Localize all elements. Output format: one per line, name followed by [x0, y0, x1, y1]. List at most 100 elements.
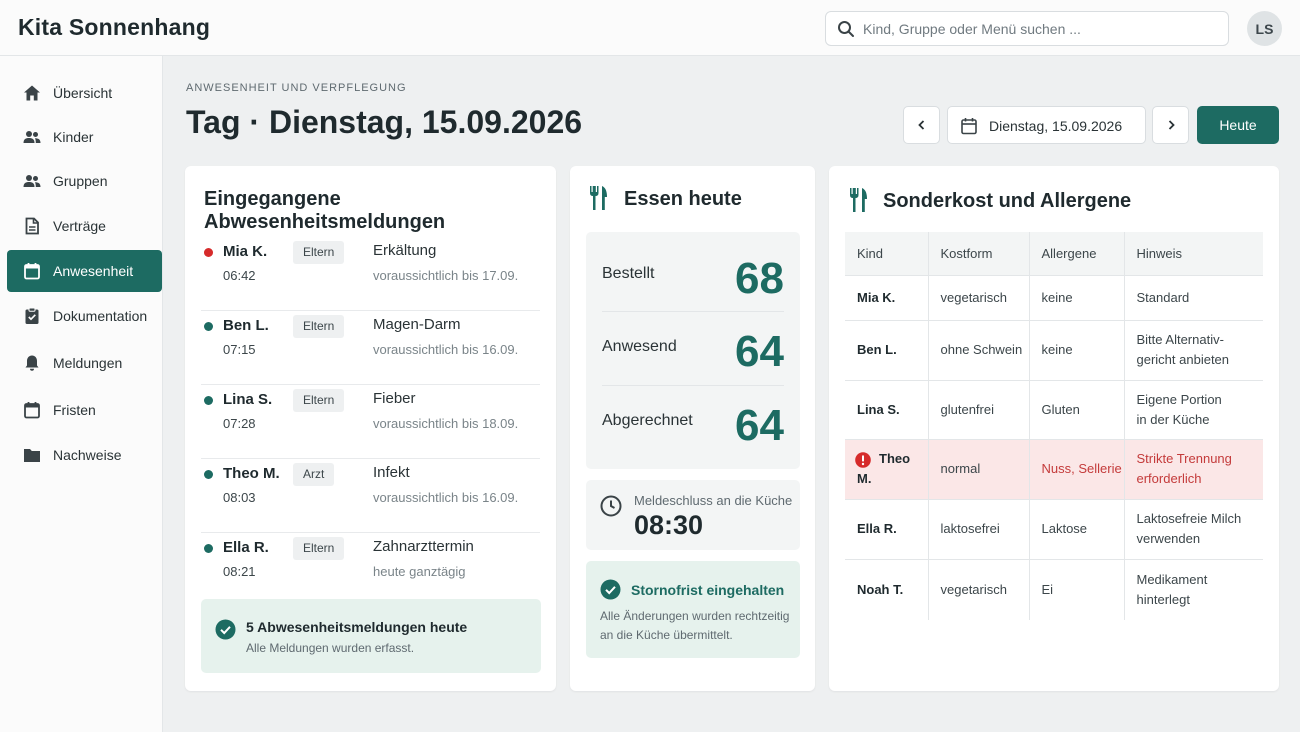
sidebar: Übersicht Kinder Gruppen Verträge Anwese…: [0, 56, 163, 732]
sidebar-item-gruppen[interactable]: Gruppen: [7, 160, 162, 202]
column-header[interactable]: Kind: [845, 232, 929, 275]
sidebar-item-label: Nachweise: [53, 447, 122, 463]
kid-name: Theo M.: [223, 465, 280, 482]
sidebar-item-fristen[interactable]: Fristen: [7, 389, 162, 431]
search-box[interactable]: [825, 11, 1229, 46]
search-input[interactable]: [863, 12, 1223, 45]
absence-until: voraussichtlich bis 18.09.: [373, 416, 519, 431]
sidebar-item-label: Fristen: [53, 402, 96, 418]
absence-reason: Infekt: [373, 464, 410, 481]
absence-until: heute ganztägig: [373, 564, 466, 579]
stat-label: Anwesend: [602, 338, 677, 355]
table-row[interactable]: Noah T. vegetarisch Ei Medikament hinterl…: [845, 558, 1263, 620]
absence-row[interactable]: Theo M. 08:03 Arzt Infekt voraussichtlic…: [201, 459, 540, 533]
cutlery-icon: [588, 185, 608, 211]
kid-name: Ben L.: [223, 317, 269, 334]
sidebar-item-anwesenheit[interactable]: Anwesenheit: [7, 250, 162, 292]
status-dot: [204, 396, 213, 405]
allergens: Nuss, Sellerie: [1029, 438, 1125, 499]
absence-reason: Erkältung: [373, 242, 437, 259]
kid-name: Lina S.: [223, 391, 273, 408]
report-time: 07:15: [223, 342, 256, 357]
document-icon: [23, 217, 41, 235]
sidebar-item-dokumentation[interactable]: Dokumentation: [7, 295, 162, 337]
diet-card: Sonderkost und Allergene Kind Kostform A…: [829, 166, 1279, 691]
status-text-line-1: Alle Änderungen wurden rechtzeitig: [600, 609, 790, 623]
stat-present: Anwesend 64: [602, 312, 784, 386]
absence-until: voraussichtlich bis 16.09.: [373, 490, 519, 505]
note-line-1: Standard: [1136, 289, 1190, 305]
note-line-1: Eigene Portion: [1136, 391, 1222, 407]
note: Standard: [1124, 274, 1263, 320]
next-day-button[interactable]: [1152, 106, 1189, 144]
allergens: Ei: [1029, 558, 1125, 620]
column-header[interactable]: Hinweis: [1124, 232, 1263, 275]
diet-title: Sonderkost und Allergene: [883, 190, 1132, 212]
diet-table: Kind Kostform Allergene Hinweis Mia K. v…: [845, 232, 1263, 620]
absence-row[interactable]: Ella R. 08:21 Eltern Zahnarzttermin heut…: [201, 533, 540, 607]
diet-type: laktosefrei: [928, 498, 1030, 559]
kid-name: Ella R.: [845, 498, 929, 559]
stat-label: Abgerechnet: [602, 412, 693, 429]
sidebar-item-kinder[interactable]: Kinder: [7, 116, 162, 158]
stat-label: Bestellt: [602, 265, 655, 282]
groups-icon: [23, 172, 41, 190]
deadline-label: Meldeschluss an die Küche: [634, 493, 793, 508]
allergens: keine: [1029, 274, 1125, 320]
kid-cell: Theo M.: [845, 438, 929, 499]
diet-type: ohne Schwein: [928, 319, 1030, 380]
app-title: Kita Sonnenhang: [18, 14, 211, 40]
sidebar-item-label: Kinder: [53, 129, 94, 145]
table-row[interactable]: Ella R. laktosefrei Laktose Laktosefreie…: [845, 498, 1263, 559]
sidebar-item-nachweise[interactable]: Nachweise: [7, 434, 162, 476]
sidebar-item-label: Meldungen: [53, 355, 123, 371]
report-time: 06:42: [223, 268, 256, 283]
sidebar-item-label: Gruppen: [53, 173, 108, 189]
folder-icon: [23, 446, 41, 464]
kid-name: Mia K.: [223, 243, 268, 260]
note-line-1: Medikament: [1136, 571, 1208, 587]
cancellation-status: Stornofrist eingehalten Alle Änderungen …: [586, 561, 800, 658]
sidebar-item-meldungen[interactable]: Meldungen: [7, 342, 162, 384]
table-row[interactable]: Lina S. glutenfrei Gluten Eigene Portion…: [845, 379, 1263, 439]
note: Strikte Trennung erforderlich: [1124, 438, 1263, 499]
absences-summary: 5 Abwesenheitsmeldungen heute Alle Meldu…: [201, 599, 541, 673]
source-badge: Arzt: [293, 463, 335, 486]
source-badge: Eltern: [293, 315, 345, 338]
absence-row[interactable]: Mia K. 06:42 Eltern Erkältung voraussich…: [201, 237, 540, 311]
note-line-2: verwenden: [1136, 531, 1201, 546]
meals-card: Essen heute Bestellt 68 Anwesend 64 Abge…: [570, 166, 815, 691]
source-badge: Eltern: [293, 537, 345, 560]
note: Medikament hinterlegt: [1124, 558, 1263, 620]
sidebar-item-uebersicht[interactable]: Übersicht: [7, 72, 162, 114]
column-header[interactable]: Kostform: [928, 232, 1030, 275]
table-row[interactable]: Mia K. vegetarisch keine Standard: [845, 274, 1263, 320]
stat-value: 64: [735, 327, 784, 376]
table-row-alert[interactable]: Theo M. normal Nuss, Sellerie Strikte Tr…: [845, 438, 1263, 499]
calendar-icon: [960, 117, 978, 135]
date-picker[interactable]: Dienstag, 15.09.2026: [947, 106, 1146, 144]
note-line-2: erforderlich: [1136, 471, 1202, 486]
kid-name: Ben L.: [845, 319, 929, 380]
sidebar-item-vertraege[interactable]: Verträge: [7, 205, 162, 247]
stat-ordered: Bestellt 68: [602, 238, 784, 312]
stat-billed: Abgerechnet 64: [602, 386, 784, 460]
absence-until: voraussichtlich bis 17.09.: [373, 268, 519, 283]
user-avatar[interactable]: LS: [1247, 11, 1282, 46]
sidebar-item-label: Anwesenheit: [53, 263, 134, 279]
column-header[interactable]: Allergene: [1029, 232, 1125, 275]
today-button[interactable]: Heute: [1197, 106, 1279, 144]
date-value: Dienstag, 15.09.2026: [989, 118, 1123, 134]
table-row[interactable]: Ben L. ohne Schwein keine Bitte Alternat…: [845, 319, 1263, 380]
bell-icon: [23, 354, 41, 372]
kid-name: Mia K.: [845, 274, 929, 320]
sidebar-item-label: Übersicht: [53, 85, 113, 101]
page-eyebrow: ANWESENHEIT UND VERPFLEGUNG: [186, 82, 407, 94]
absence-row[interactable]: Ben L. 07:15 Eltern Magen-Darm voraussic…: [201, 311, 540, 385]
note: Bitte Alternativ-gericht anbieten: [1124, 319, 1263, 380]
home-icon: [23, 84, 41, 102]
report-time: 07:28: [223, 416, 256, 431]
calendar-icon: [23, 262, 41, 280]
absence-row[interactable]: Lina S. 07:28 Eltern Fieber voraussichtl…: [201, 385, 540, 459]
previous-day-button[interactable]: [903, 106, 940, 144]
